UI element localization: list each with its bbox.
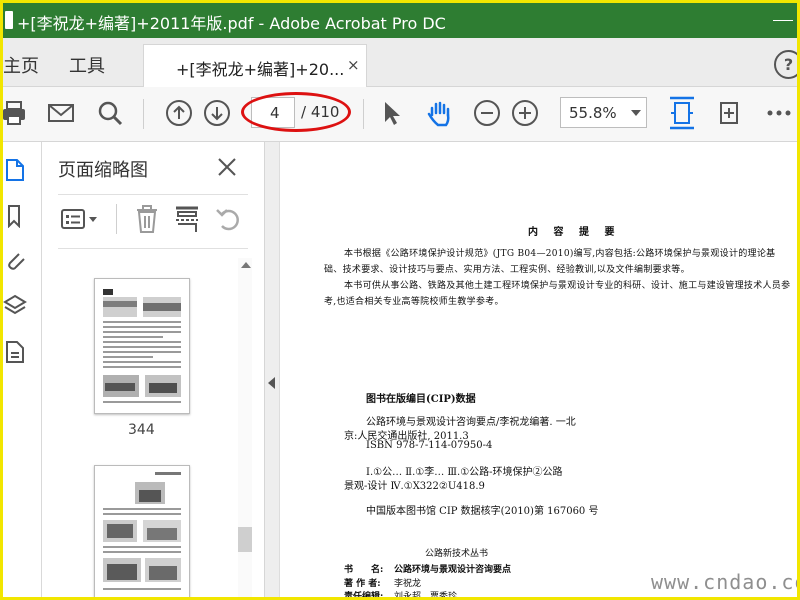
thumbnail-preview [103,289,181,403]
scrollbar-thumb[interactable] [238,527,252,552]
author-label: 著 作 者: [344,579,381,589]
doc-paragraph: 本书可供从事公路、铁路及其他土建工程环境保护与景观设计专业的科研、设计、施工与建… [324,281,791,307]
search-icon[interactable] [96,99,124,127]
series-name: 公路新技术丛书 [425,549,489,559]
options-menu-icon[interactable] [60,204,100,234]
toolbar: 4 / 410 55.8% [3,87,797,142]
chevron-down-icon [631,110,641,116]
attachments-icon[interactable] [3,248,27,272]
layers-icon[interactable] [3,294,27,318]
zoom-out-icon[interactable] [473,99,501,127]
document-view[interactable]: 内 容 提 要 本书根据《公路环境保护设计规范》(JTG B04—2010)编写… [280,142,797,597]
zoom-value: 55.8% [569,104,617,122]
zoom-in-icon[interactable] [511,99,539,127]
thumbnail-page-number: 344 [128,422,155,438]
editor-value: 刘永超 贾秀珍 [394,592,458,597]
rotate-view-icon[interactable] [716,99,744,127]
close-icon[interactable] [216,156,238,178]
insert-page-icon[interactable] [172,204,202,234]
app-icon [5,11,13,29]
tab-bar: 主页 工具 +[李祝龙+编著]+20... × ? [3,38,797,87]
minimize-icon[interactable] [773,20,793,21]
email-icon[interactable] [47,99,75,127]
tab-tools[interactable]: 工具 [69,52,105,78]
app-window: +[李祝龙+编著]+2011年版.pdf - Adobe Acrobat Pro… [0,0,800,600]
print-icon[interactable] [1,99,29,127]
toolbar-divider [363,99,364,129]
doc-heading: 内 容 提 要 [528,227,621,238]
toolbar-divider [143,99,144,129]
page-thumbnail[interactable] [94,465,190,597]
page-thumbnails-panel: 页面缩略图 344 [42,142,265,597]
scroll-up-icon[interactable] [241,262,251,268]
hand-tool-icon[interactable] [425,99,453,127]
cip-line: Ⅰ.①公… Ⅱ.①李… Ⅲ.①公路-环境保护②公路 [366,467,563,478]
divider [58,194,248,195]
document-icon[interactable] [3,340,27,364]
tab-document[interactable]: +[李祝龙+编著]+20... × [143,44,367,87]
close-tab-icon[interactable]: × [347,56,360,74]
panel-collapse-strip[interactable] [265,142,280,597]
cip-number: 中国版本图书馆 CIP 数据核字(2010)第 167060 号 [366,506,599,517]
cip-line: ISBN 978-7-114-07950-4 [366,440,493,451]
select-cursor-icon[interactable] [378,99,406,127]
window-title: +[李祝龙+编著]+2011年版.pdf - Adobe Acrobat Pro… [17,14,446,33]
help-icon[interactable]: ? [774,50,797,79]
cip-line: 景观-设计 Ⅳ.①X322②U418.9 [344,481,485,492]
cip-title: 图书在版编目(CIP)数据 [366,394,476,405]
cip-line: 公路环境与景观设计咨询要点/李祝龙编著. 一北 [366,417,576,428]
prev-page-icon[interactable] [165,99,193,127]
undo-icon[interactable] [214,204,244,234]
editor-label: 责任编辑: [344,592,384,597]
panel-title: 页面缩略图 [58,160,148,181]
more-icon[interactable] [765,99,793,127]
book-value: 公路环境与景观设计咨询要点 [394,565,512,575]
bookmarks-icon[interactable] [3,204,27,228]
left-nav-rail [3,142,42,597]
watermark: www.cndao.com [651,570,797,594]
zoom-select[interactable]: 55.8% [560,97,647,128]
document-tab-label: +[李祝龙+编著]+20... [176,60,345,79]
panel-divider [116,204,117,234]
book-label: 书 名: [344,565,384,575]
next-page-icon[interactable] [203,99,231,127]
delete-icon[interactable] [132,204,162,234]
thumbnail-preview [103,472,181,590]
tab-home[interactable]: 主页 [3,52,39,78]
doc-paragraph: 本书根据《公路环境保护设计规范》(JTG B04—2010)编写,内容包括:公路… [324,249,776,275]
fit-page-icon[interactable] [667,95,697,131]
collapse-panel-icon[interactable] [268,377,275,389]
page-thumbnails-icon[interactable] [3,158,27,182]
title-bar: +[李祝龙+编著]+2011年版.pdf - Adobe Acrobat Pro… [3,3,797,38]
page-thumbnail[interactable] [94,278,190,414]
author-value: 李祝龙 [394,579,422,589]
divider [58,248,248,249]
highlight-annotation-ring [241,92,351,132]
